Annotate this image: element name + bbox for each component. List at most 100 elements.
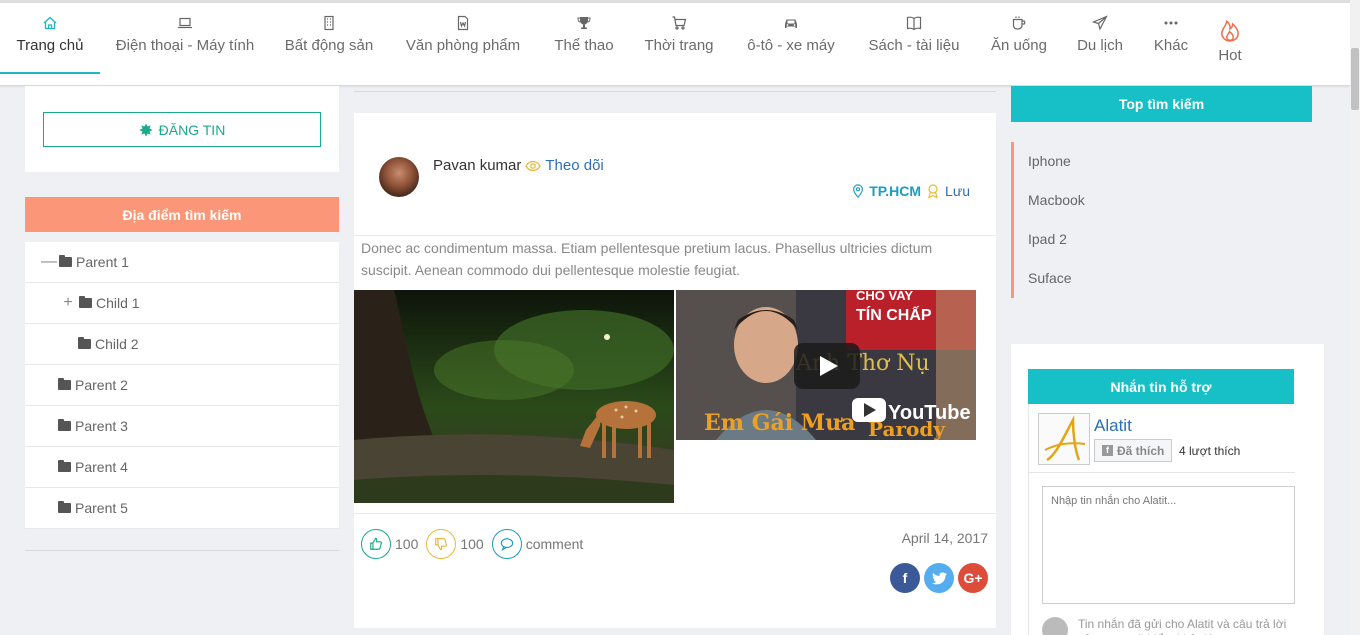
comment-button[interactable] — [491, 529, 522, 559]
divider — [25, 550, 339, 551]
post-city[interactable]: TP.HCM — [869, 183, 921, 199]
nav-item-label: Điện thoại - Máy tính — [115, 37, 255, 54]
divider — [1029, 472, 1295, 473]
folder-icon — [78, 337, 91, 349]
page-name-link[interactable]: Alatit — [1094, 416, 1132, 436]
nav-item-label: Hot — [1218, 47, 1242, 64]
google-plus-share-button[interactable]: G+ — [958, 563, 988, 593]
comment-bubble-icon — [500, 538, 513, 551]
post-card: Pavan kumar Theo dõi TP.HCM Lưu Donec ac… — [354, 113, 996, 628]
message-input[interactable]: Nhập tin nhắn cho Alatit... — [1042, 486, 1295, 604]
tree-item-child-1[interactable]: + Child 1 — [25, 283, 339, 324]
nav-item-label: Du lịch — [1077, 37, 1123, 54]
follow-link[interactable]: Theo dõi — [545, 157, 603, 174]
nav-item-food[interactable]: Ăn uống — [988, 3, 1050, 75]
post-video-thumbnail[interactable]: CHO VAY TÍN CHẤP Anh Thơ Nụ Em Gái Mưa P… — [676, 290, 976, 440]
home-icon — [43, 16, 57, 30]
tree-item-parent-4[interactable]: Parent 4 — [25, 447, 339, 488]
nav-item-sports[interactable]: Thể thao — [552, 3, 616, 75]
tree-item-parent-3[interactable]: Parent 3 — [25, 406, 339, 447]
top-search-item[interactable]: Ipad 2 — [1014, 220, 1312, 259]
nav-item-other[interactable]: Khác — [1150, 3, 1192, 75]
share-buttons: f G+ — [890, 563, 988, 593]
active-tab-indicator — [0, 72, 100, 74]
tree-item-label: Parent 5 — [75, 500, 128, 516]
nav-item-label: Ăn uống — [991, 37, 1047, 54]
video-sign-line2: TÍN CHẤP — [856, 305, 932, 324]
collapse-icon[interactable]: — — [41, 253, 57, 271]
folder-icon — [58, 501, 71, 513]
tree-item-parent-5[interactable]: Parent 5 — [25, 488, 339, 529]
page-scrollbar[interactable] — [1350, 0, 1360, 635]
top-search-item[interactable]: Iphone — [1014, 142, 1312, 181]
comment-label[interactable]: comment — [526, 536, 584, 552]
support-chat-header: Nhắn tin hỗ trợ — [1028, 369, 1294, 404]
location-search-title: Địa điểm tìm kiếm — [122, 206, 242, 223]
more-icon — [1164, 21, 1178, 25]
facebook-icon: f — [1102, 445, 1113, 456]
nav-item-label: Văn phòng phẩm — [405, 37, 521, 54]
nav-item-travel[interactable]: Du lịch — [1074, 3, 1126, 75]
youtube-logo: YouTube — [852, 398, 971, 424]
tree-item-child-2[interactable]: Child 2 — [25, 324, 339, 365]
post-meta: TP.HCM Lưu — [851, 183, 970, 199]
nav-item-hot[interactable]: Hot — [1212, 3, 1248, 75]
top-search-title: Top tìm kiếm — [1118, 96, 1205, 112]
top-search-header: Top tìm kiếm — [1011, 86, 1312, 122]
folder-icon — [79, 296, 92, 308]
folder-icon — [59, 255, 72, 267]
post-button-card: ĐĂNG TIN — [25, 86, 339, 172]
play-icon[interactable] — [794, 343, 860, 389]
nav-item-books[interactable]: Sách - tài liệu — [866, 3, 962, 75]
tree-item-label: Child 1 — [96, 295, 140, 311]
facebook-share-button[interactable]: f — [890, 563, 920, 593]
nav-item-label: Bất động sản — [284, 37, 374, 54]
folder-icon — [58, 378, 71, 390]
post-listing-button[interactable]: ĐĂNG TIN — [43, 112, 321, 147]
tree-item-label: Child 2 — [95, 336, 139, 352]
scrollbar-thumb[interactable] — [1351, 48, 1359, 110]
like-button-label: Đã thích — [1117, 443, 1165, 458]
nav-item-home[interactable]: Trang chủ — [0, 3, 100, 75]
thumbs-up-icon — [370, 537, 382, 550]
like-button[interactable] — [361, 529, 391, 559]
nav-item-vehicles[interactable]: ô-tô - xe máy — [742, 3, 840, 75]
tree-item-parent-2[interactable]: Parent 2 — [25, 365, 339, 406]
top-search-item[interactable]: Macbook — [1014, 181, 1312, 220]
tree-item-label: Parent 3 — [75, 418, 128, 434]
twitter-icon — [931, 571, 947, 584]
top-search-item[interactable]: Suface — [1014, 259, 1312, 298]
messenger-footer-text: Tin nhắn đã gửi cho Alatit và câu trả lờ… — [1078, 617, 1287, 635]
nav-item-electronics[interactable]: Điện thoại - Máy tính — [114, 3, 256, 75]
dislike-count: 100 — [460, 536, 484, 552]
tree-item-label: Parent 2 — [75, 377, 128, 393]
twitter-share-button[interactable] — [924, 563, 954, 593]
folder-icon — [58, 419, 71, 431]
avatar[interactable] — [379, 157, 419, 197]
tree-item-label: Parent 1 — [76, 254, 129, 270]
folder-icon — [58, 460, 71, 472]
paper-plane-icon — [1092, 15, 1108, 31]
nav-item-fashion[interactable]: Thời trang — [642, 3, 716, 75]
tree-item-parent-1[interactable]: — Parent 1 — [25, 242, 339, 283]
post-image-deer[interactable] — [354, 290, 674, 503]
nav-item-stationery[interactable]: Văn phòng phẩm — [401, 3, 525, 75]
car-icon — [785, 19, 797, 28]
facebook-page-plugin: Alatit f Đã thích 4 lượt thích Nhập tin … — [1028, 404, 1295, 635]
author-name[interactable]: Pavan kumar — [433, 157, 521, 174]
page-logo[interactable] — [1038, 413, 1090, 465]
facebook-icon: f — [902, 570, 908, 586]
laptop-icon — [178, 17, 192, 29]
star-burst-icon — [139, 122, 153, 137]
nav-item-label: ô-tô - xe máy — [747, 37, 835, 54]
support-chat-title: Nhắn tin hỗ trợ — [1110, 378, 1212, 395]
page-like-button[interactable]: f Đã thích — [1094, 439, 1173, 462]
dislike-button[interactable] — [426, 529, 457, 559]
expand-icon[interactable]: + — [61, 294, 75, 312]
document-icon — [457, 15, 469, 31]
divider — [354, 235, 996, 236]
nav-item-real-estate[interactable]: Bất động sản — [284, 3, 374, 75]
nav-item-label: Khác — [1153, 37, 1189, 54]
save-link[interactable]: Lưu — [945, 183, 970, 199]
support-chat-card: Nhắn tin hỗ trợ Alatit f Đã thích 4 lượt… — [1011, 344, 1324, 635]
